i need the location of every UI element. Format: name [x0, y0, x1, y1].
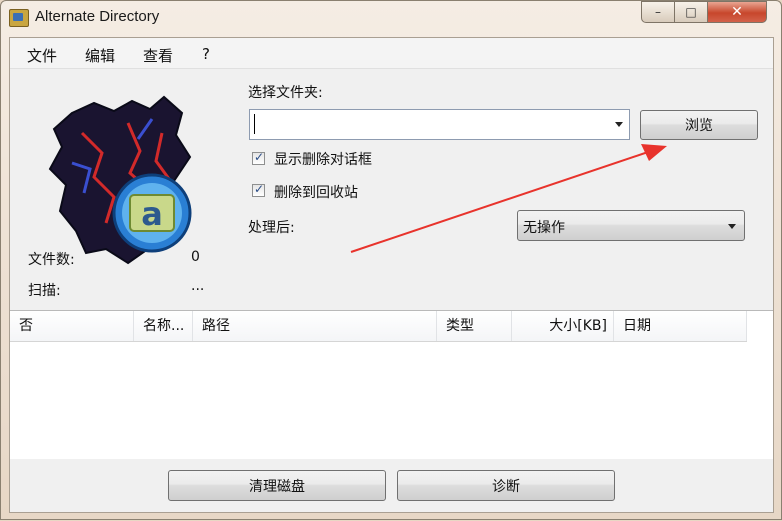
delete-to-recycle-checkbox[interactable]	[252, 182, 265, 197]
delete-to-recycle-label: 删除到回收站	[274, 185, 358, 201]
column-header-name[interactable]: 名称...	[134, 311, 193, 341]
file-count-label: 文件数:	[28, 252, 75, 268]
app-window: Alternate Directory – □ ✕ 文件 编辑 查看 ? a 选…	[0, 0, 782, 520]
folder-label: 选择文件夹:	[248, 85, 323, 101]
app-icon	[9, 9, 29, 27]
column-header-path[interactable]: 路径	[193, 311, 437, 341]
column-header-no[interactable]: 否	[10, 311, 134, 341]
folder-combobox[interactable]	[249, 109, 630, 140]
close-icon: ✕	[731, 4, 743, 20]
svg-text:a: a	[141, 195, 163, 233]
chevron-down-icon[interactable]	[615, 121, 623, 127]
column-header-type[interactable]: 类型	[437, 311, 512, 341]
menu-bar: 文件 编辑 查看 ?	[10, 38, 773, 69]
browse-button[interactable]: 浏览	[640, 110, 758, 140]
after-action-value: 无操作	[523, 220, 565, 236]
chevron-down-icon[interactable]	[728, 224, 736, 229]
minimize-button[interactable]: –	[641, 1, 675, 23]
scan-label: 扫描:	[28, 283, 61, 299]
minimize-icon: –	[655, 5, 661, 19]
show-delete-dialog-label: 显示删除对话框	[274, 152, 372, 168]
maximize-button[interactable]: □	[674, 1, 708, 23]
after-action-select[interactable]: 无操作	[517, 210, 745, 241]
scan-value: ...	[191, 278, 205, 294]
action-bar: 清理磁盘 诊断	[10, 459, 773, 512]
app-logo: a	[48, 95, 192, 265]
diagnose-label: 诊断	[492, 478, 520, 495]
diagnose-button[interactable]: 诊断	[397, 470, 615, 501]
column-header-date[interactable]: 日期	[614, 311, 747, 341]
maximize-icon: □	[685, 5, 697, 19]
clean-disk-label: 清理磁盘	[249, 478, 305, 495]
title-bar[interactable]: Alternate Directory – □ ✕	[1, 1, 781, 35]
clean-disk-button[interactable]: 清理磁盘	[168, 470, 386, 501]
file-count-value: 0	[191, 249, 200, 265]
show-delete-dialog-checkbox[interactable]	[252, 150, 265, 165]
window-title: Alternate Directory	[35, 8, 160, 25]
client-area: 文件 编辑 查看 ? a 选择文件夹: 浏览 显示删除对话框 删除到回收站	[9, 37, 774, 513]
results-table[interactable]: 否 名称... 路径 类型 大小[KB] 日期	[10, 310, 773, 460]
menu-view[interactable]: 查看	[143, 45, 173, 66]
text-caret	[254, 114, 255, 134]
column-header-size[interactable]: 大小[KB]	[512, 311, 614, 341]
close-button[interactable]: ✕	[707, 1, 767, 23]
browse-button-label: 浏览	[685, 118, 713, 134]
menu-edit[interactable]: 编辑	[85, 45, 115, 66]
table-header: 否 名称... 路径 类型 大小[KB] 日期	[10, 311, 747, 342]
menu-file[interactable]: 文件	[27, 45, 57, 66]
after-action-label: 处理后:	[248, 220, 295, 236]
menu-help[interactable]: ?	[202, 45, 210, 63]
